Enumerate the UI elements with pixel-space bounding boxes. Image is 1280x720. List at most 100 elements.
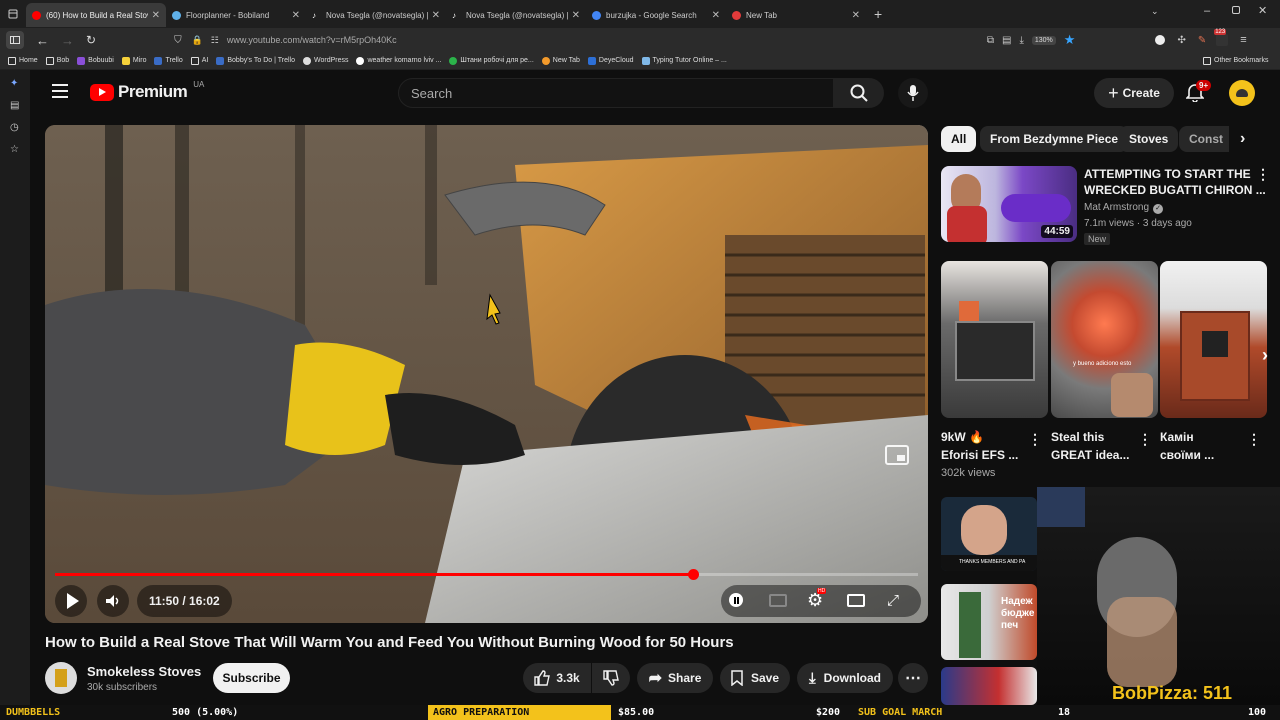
bookmark-wordpress[interactable]: WordPress bbox=[302, 56, 348, 65]
hamburger-menu-icon[interactable] bbox=[52, 84, 68, 98]
reload-icon[interactable]: ↻ bbox=[86, 33, 96, 47]
bookmark-miro[interactable]: Miro bbox=[121, 56, 146, 65]
new-tab-button[interactable]: + bbox=[874, 6, 882, 22]
chip-const[interactable]: Const bbox=[1179, 126, 1229, 152]
reader-icon[interactable]: ▤ bbox=[1002, 35, 1011, 46]
short-more-icon[interactable]: ⋮ bbox=[1138, 431, 1152, 448]
short-title[interactable]: Steal this GREAT idea... bbox=[1051, 428, 1131, 464]
bookmark-shtany[interactable]: Штани робочі для ре... bbox=[449, 56, 534, 65]
video-player[interactable]: 11:50 / 16:02 ⚙ HD ⤢ bbox=[45, 125, 928, 623]
extension-pencil-icon[interactable]: ✎ bbox=[1198, 35, 1206, 46]
bookmark-typing[interactable]: Typing Tutor Online – ... bbox=[641, 56, 727, 65]
short-title[interactable]: Камін своїми ... bbox=[1160, 428, 1240, 464]
browser-tab[interactable]: ♪ Nova Tsegla (@novatsegla) | Ti ✕ bbox=[306, 3, 446, 27]
bookmark-bobuubi[interactable]: Bobuubi bbox=[77, 56, 114, 65]
short-title[interactable]: 9kW 🔥 Eforisi EFS ... bbox=[941, 428, 1021, 464]
history-icon[interactable]: ◷ bbox=[10, 122, 19, 133]
browser-tab[interactable]: Floorplanner - Bobiland ✕ bbox=[166, 3, 306, 27]
short-thumbnail[interactable] bbox=[1160, 261, 1267, 418]
close-tab-icon[interactable]: ✕ bbox=[572, 10, 580, 21]
avatar[interactable] bbox=[1229, 80, 1255, 106]
sidebar-toggle-icon[interactable] bbox=[6, 31, 24, 49]
profile-extension-icon[interactable] bbox=[1155, 35, 1166, 45]
bookmark-star-icon[interactable]: ★ bbox=[1064, 32, 1076, 48]
channel-avatar[interactable] bbox=[45, 662, 77, 694]
browser-tab[interactable]: ♪ Nova Tsegla (@novatsegla) | Ti ✕ bbox=[446, 3, 586, 27]
browser-tab[interactable]: (60) How to Build a Real Stove ✕ bbox=[26, 3, 166, 27]
chip-all[interactable]: All bbox=[941, 126, 977, 152]
close-tab-icon[interactable]: ✕ bbox=[712, 10, 720, 21]
create-button[interactable]: + Create bbox=[1094, 78, 1174, 108]
share-button[interactable]: ➦ Share bbox=[637, 663, 713, 693]
shield-icon[interactable]: ⛉ bbox=[174, 35, 182, 46]
tab-list-chevron-icon[interactable]: ⌄ bbox=[1151, 6, 1159, 17]
close-tab-icon[interactable]: ✕ bbox=[292, 10, 300, 21]
lock-icon[interactable]: 🔒 bbox=[192, 35, 203, 46]
dislike-button[interactable] bbox=[592, 663, 630, 693]
close-tab-icon[interactable]: ✕ bbox=[852, 10, 860, 21]
miniplayer-icon[interactable] bbox=[885, 445, 909, 465]
close-tab-icon[interactable]: ✕ bbox=[152, 10, 160, 21]
short-thumbnail[interactable]: y bueno adiciono esto bbox=[1051, 261, 1158, 418]
search-button[interactable] bbox=[834, 78, 884, 108]
recommended-title-line2[interactable]: WRECKED BUGATTI CHIRON ... bbox=[1084, 182, 1266, 198]
zoom-level[interactable]: 130% bbox=[1031, 35, 1056, 45]
download-button[interactable]: ⤓ Download bbox=[797, 663, 893, 693]
tab-menu-icon[interactable] bbox=[0, 2, 26, 26]
minimize-button[interactable]: – bbox=[1204, 5, 1210, 17]
save-button[interactable]: Save bbox=[720, 663, 790, 693]
bookmark-home[interactable]: Home bbox=[8, 56, 38, 65]
back-icon[interactable]: ← bbox=[36, 33, 49, 48]
settings-gear-icon[interactable]: ⚙ HD bbox=[807, 588, 827, 611]
bookmark-weather[interactable]: weather komarno lviv ... bbox=[356, 56, 441, 65]
bookmark-deyecloud[interactable]: DeyeCloud bbox=[587, 56, 634, 65]
progress-bar[interactable] bbox=[55, 569, 918, 580]
notifications-button[interactable]: 9+ bbox=[1185, 80, 1212, 106]
browser-tab[interactable]: New Tab ✕ bbox=[726, 3, 866, 27]
autoplay-toggle-icon[interactable] bbox=[729, 593, 743, 607]
ai-sparkle-icon[interactable]: ✦ bbox=[10, 78, 18, 89]
search-input[interactable]: Search bbox=[398, 78, 834, 108]
browser-menu-icon[interactable]: ≡ bbox=[1240, 34, 1246, 46]
youtube-logo[interactable]: Premium UA bbox=[90, 80, 204, 102]
recommended-title-line1[interactable]: ATTEMPTING TO START THE bbox=[1084, 166, 1251, 182]
forward-icon[interactable]: → bbox=[61, 33, 74, 48]
maximize-button[interactable] bbox=[1232, 6, 1240, 14]
channel-name[interactable]: Smokeless Stoves bbox=[87, 664, 201, 679]
download-icon[interactable]: ⤓ bbox=[1019, 35, 1023, 46]
chip-from-bezdymne[interactable]: From Bezdymne Piece bbox=[980, 126, 1129, 152]
close-tab-icon[interactable]: ✕ bbox=[432, 10, 440, 21]
subscribe-button[interactable]: Subscribe bbox=[213, 663, 290, 693]
volume-button[interactable] bbox=[97, 585, 129, 617]
recommended-thumbnail[interactable]: Надеж бюдже печ bbox=[941, 584, 1037, 660]
recommended-thumbnail[interactable] bbox=[941, 667, 1037, 705]
short-more-icon[interactable]: ⋮ bbox=[1028, 431, 1042, 448]
shorts-next-chevron-icon[interactable]: › bbox=[1255, 345, 1275, 369]
subtitles-icon[interactable] bbox=[769, 594, 787, 607]
fullscreen-icon[interactable]: ⤢ bbox=[887, 592, 899, 609]
extension-badge[interactable]: 123 bbox=[1214, 29, 1229, 46]
bookmark-bob[interactable]: Bob bbox=[45, 56, 69, 65]
bookmark-todo[interactable]: Bobby's To Do | Trello bbox=[216, 56, 295, 65]
theater-mode-icon[interactable] bbox=[847, 594, 865, 607]
reading-list-icon[interactable]: ▤ bbox=[10, 100, 19, 111]
short-more-icon[interactable]: ⋮ bbox=[1247, 431, 1261, 448]
extensions-icon[interactable]: ✣ bbox=[1177, 35, 1185, 46]
play-button[interactable] bbox=[55, 585, 87, 617]
bookmark-newtab[interactable]: New Tab bbox=[541, 56, 580, 65]
browser-tab[interactable]: burzujka - Google Search ✕ bbox=[586, 3, 726, 27]
chips-next-chevron-icon[interactable]: › bbox=[1240, 130, 1245, 148]
short-thumbnail[interactable] bbox=[941, 261, 1048, 418]
url-field[interactable]: www.youtube.com/watch?v=rM5rpOh40Kc bbox=[227, 35, 987, 45]
progress-scrubber[interactable] bbox=[687, 569, 699, 580]
recommended-more-icon[interactable]: ⋮ bbox=[1256, 166, 1270, 183]
like-button[interactable]: 3.3k bbox=[523, 663, 591, 693]
screenshot-icon[interactable]: ⧉ bbox=[987, 35, 994, 46]
close-window-button[interactable]: ✕ bbox=[1258, 4, 1267, 17]
recommended-thumbnail[interactable]: THANKS MEMBERS AND PA bbox=[941, 497, 1037, 571]
more-actions-button[interactable]: ⋯ bbox=[898, 663, 928, 693]
voice-search-button[interactable] bbox=[898, 78, 928, 108]
bookmark-trello[interactable]: Trello bbox=[154, 56, 183, 65]
bookmarks-panel-icon[interactable]: ☆ bbox=[10, 144, 19, 155]
other-bookmarks[interactable]: Other Bookmarks bbox=[1203, 56, 1268, 65]
